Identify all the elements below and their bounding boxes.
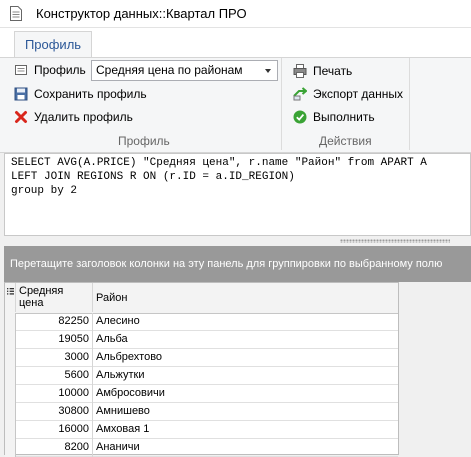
row-indicator[interactable] [5,331,16,349]
printer-icon [293,64,307,78]
cell-price: 10000 [16,385,93,403]
group-label-profile: Профиль [118,134,170,148]
row-indicator[interactable] [5,385,16,403]
row-indicator[interactable] [5,421,16,439]
sql-line: LEFT JOIN REGIONS R ON (r.ID = a.ID_REGI… [11,171,295,183]
cell-region: Амнишево [96,405,150,417]
table-row[interactable]: 30800 Амнишево [5,403,398,421]
grid-header: Средняя цена Район [5,283,398,314]
cell-price: 30800 [16,403,93,421]
row-indicator[interactable] [5,349,16,367]
sql-line: SELECT AVG(A.PRICE) "Средняя цена", r.na… [11,157,427,169]
splitter-grip-icon[interactable] [340,239,450,243]
cell-region: Альбрехтово [96,351,163,363]
table-row[interactable]: 16000 Амховая 1 [5,421,398,439]
data-grid: Средняя цена Район 82250 Алесино 19050 А… [4,282,399,457]
row-indicator[interactable] [5,439,16,457]
profile-icon [15,65,27,75]
cell-region: Ананичи [96,441,140,453]
delete-profile-button[interactable]: Удалить профиль [14,107,139,127]
sql-editor[interactable]: SELECT AVG(A.PRICE) "Средняя цена", r.na… [4,153,471,236]
ribbon-separator [409,58,410,150]
save-profile-button[interactable]: Сохранить профиль [14,84,154,104]
document-icon [10,6,22,21]
group-panel-hint: Перетащите заголовок колонки на эту пане… [10,258,443,270]
profile-label-text: Профиль [34,63,86,77]
table-row[interactable]: 3000 Альбрехтово [5,349,398,367]
row-indicator[interactable] [5,403,16,421]
table-row[interactable]: 5600 Альжутки [5,367,398,385]
cell-region: Алесино [96,315,140,327]
ribbon-panel: Профиль Средняя цена по районам Сохранит… [0,57,471,153]
export-icon [293,87,307,101]
cell-region: Амбросовичи [96,387,165,399]
column-header-region[interactable]: Район [93,283,398,312]
export-button[interactable]: Экспорт данных [293,84,408,104]
save-icon [14,87,28,101]
cell-region: Амховая 1 [96,423,150,435]
row-indicator[interactable] [5,367,16,385]
cell-price: 3000 [16,349,93,367]
ribbon-tabs: Профиль [0,28,471,58]
group-label-actions: Действия [319,134,372,148]
table-row[interactable]: 82250 Алесино [5,313,398,331]
print-button[interactable]: Печать [293,61,363,81]
profile-select-value: Средняя цена по районам [96,63,243,77]
cell-price: 82250 [16,313,93,331]
tab-profile[interactable]: Профиль [14,31,92,58]
table-row[interactable]: 19050 Альба [5,331,398,349]
run-button[interactable]: Выполнить [293,107,383,127]
window-title: Конструктор данных::Квартал ПРО [36,6,247,21]
delete-icon [15,111,27,123]
title-bar: Конструктор данных::Квартал ПРО [0,0,471,28]
delete-profile-label: Удалить профиль [34,110,133,124]
column-header-price[interactable]: Средняя цена [16,283,93,312]
splitter[interactable] [0,236,471,246]
cell-region: Альба [96,333,128,345]
save-profile-label: Сохранить профиль [34,87,147,101]
profile-label: Профиль [14,60,89,80]
check-icon [293,110,307,124]
chevron-down-icon[interactable] [265,69,271,73]
cell-price: 16000 [16,421,93,439]
ribbon-separator [281,58,282,150]
cell-price: 8200 [16,439,93,457]
run-label: Выполнить [313,110,375,124]
table-row[interactable]: 8200 Ананичи [5,439,398,457]
cell-price: 5600 [16,367,93,385]
cell-price: 19050 [16,331,93,349]
export-label: Экспорт данных [313,87,403,101]
column-chooser-icon[interactable] [7,288,14,295]
sql-line: group by 2 [11,185,78,197]
profile-select[interactable]: Средняя цена по районам [91,60,278,81]
column-chooser[interactable] [5,283,16,312]
table-row[interactable]: 10000 Амбросовичи [5,385,398,403]
row-indicator[interactable] [5,313,16,331]
group-panel[interactable]: Перетащите заголовок колонки на эту пане… [4,246,471,282]
cell-region: Альжутки [96,369,145,381]
print-label: Печать [313,64,353,78]
